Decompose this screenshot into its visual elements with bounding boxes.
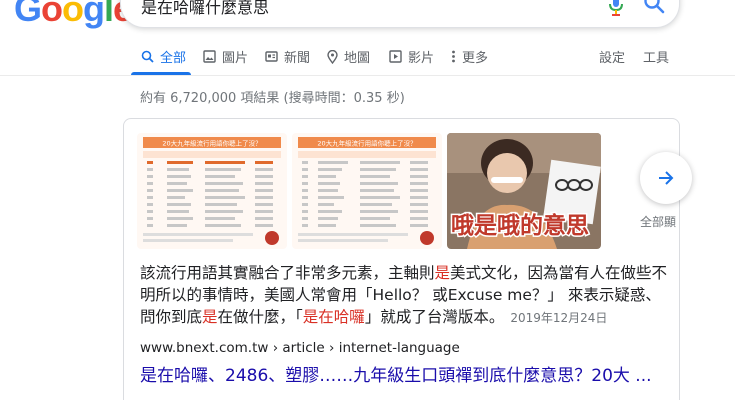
- result-url[interactable]: www.bnext.com.tw › article › internet-la…: [140, 340, 460, 356]
- image-thumbnail[interactable]: 哦是哦的意思: [447, 133, 601, 249]
- news-icon: [265, 51, 278, 62]
- mic-icon[interactable]: [608, 0, 624, 16]
- result-title-link[interactable]: 是在哈囉、2486、塑膠……九年級生口頭禪到底什麼意思？20大 ...: [140, 361, 652, 386]
- logo-letter: l: [104, 0, 114, 29]
- tab-label: 全部: [160, 51, 187, 66]
- image-thumbnail[interactable]: 20大九年級流行用語你聽上了沒？: [137, 133, 287, 249]
- tab-more[interactable]: 更多: [451, 47, 488, 66]
- tab-videos[interactable]: 影片: [389, 47, 434, 66]
- tab-news[interactable]: 新聞: [265, 47, 310, 66]
- video-icon: [389, 50, 402, 63]
- logo-letter: o: [62, 0, 84, 29]
- tab-label: 新聞: [284, 51, 311, 66]
- arrow-right-icon: [659, 171, 674, 185]
- carousel-next-button[interactable]: [640, 152, 692, 204]
- tools-button[interactable]: 工具: [643, 47, 669, 66]
- map-pin-icon: [327, 49, 338, 64]
- settings-label: 設定: [599, 51, 626, 66]
- more-vert-icon: [452, 50, 455, 63]
- snippet-text: 在做什麼，「: [217, 308, 303, 326]
- search-box[interactable]: [120, 0, 680, 28]
- snippet-highlight: 是: [434, 264, 451, 282]
- logo-letter: g: [83, 0, 105, 29]
- thumbnail-caption: 哦是哦的意思: [451, 212, 589, 239]
- google-logo[interactable]: Google: [14, 0, 133, 30]
- thumbnail-heading: 20大九年級流行用語你聽上了沒？: [317, 139, 416, 148]
- view-all-label[interactable]: 全部顯: [640, 213, 676, 230]
- tools-label: 工具: [643, 51, 670, 66]
- snippet-highlight: 是在哈囉: [302, 308, 365, 326]
- tab-images[interactable]: 圖片: [203, 47, 248, 66]
- search-tabs: 全部 圖片 新聞 地圖 影片 更多 設定 工具: [0, 36, 735, 76]
- infographic-image: 20大九年級流行用語你聽上了沒？: [292, 133, 442, 249]
- image-icon: [203, 50, 216, 63]
- logo-letter: G: [14, 0, 42, 29]
- active-tab-indicator: [131, 72, 191, 75]
- tab-label: 圖片: [222, 51, 249, 66]
- logo-letter: o: [41, 0, 63, 29]
- search-input[interactable]: [141, 0, 581, 15]
- search-icon[interactable]: [643, 0, 665, 14]
- snippet-highlight: 是: [202, 308, 218, 326]
- video-still-image: 哦是哦的意思: [447, 133, 601, 249]
- infographic-image: 20大九年級流行用語你聽上了沒？: [137, 133, 287, 249]
- tab-label: 更多: [462, 51, 489, 66]
- settings-button[interactable]: 設定: [599, 47, 625, 66]
- tab-all[interactable]: 全部: [141, 47, 186, 66]
- tab-label: 影片: [408, 51, 435, 66]
- snippet-date: 2019年12月24日: [510, 311, 608, 325]
- tab-maps[interactable]: 地圖: [327, 47, 370, 66]
- thumbnail-heading: 20大九年級流行用語你聽上了沒？: [162, 139, 261, 148]
- search-icon: [141, 50, 154, 63]
- result-stats: 約有 6,720,000 項結果 (搜尋時間：0.35 秒): [140, 91, 405, 106]
- featured-snippet-text: 該流行用語其實融合了非常多元素，主軸則是美式文化，因為當有人在做些不明所以的事情…: [140, 262, 670, 329]
- tab-label: 地圖: [344, 51, 371, 66]
- image-thumbnail[interactable]: 20大九年級流行用語你聽上了沒？: [292, 133, 442, 249]
- snippet-text: 該流行用語其實融合了非常多元素，主軸則: [140, 264, 435, 282]
- snippet-text: 」就成了台灣版本。: [364, 308, 505, 326]
- featured-snippet-card: 20大九年級流行用語你聽上了沒？ 20大九年級流行用語你聽上了沒？ 哦是哦的意思: [123, 118, 680, 400]
